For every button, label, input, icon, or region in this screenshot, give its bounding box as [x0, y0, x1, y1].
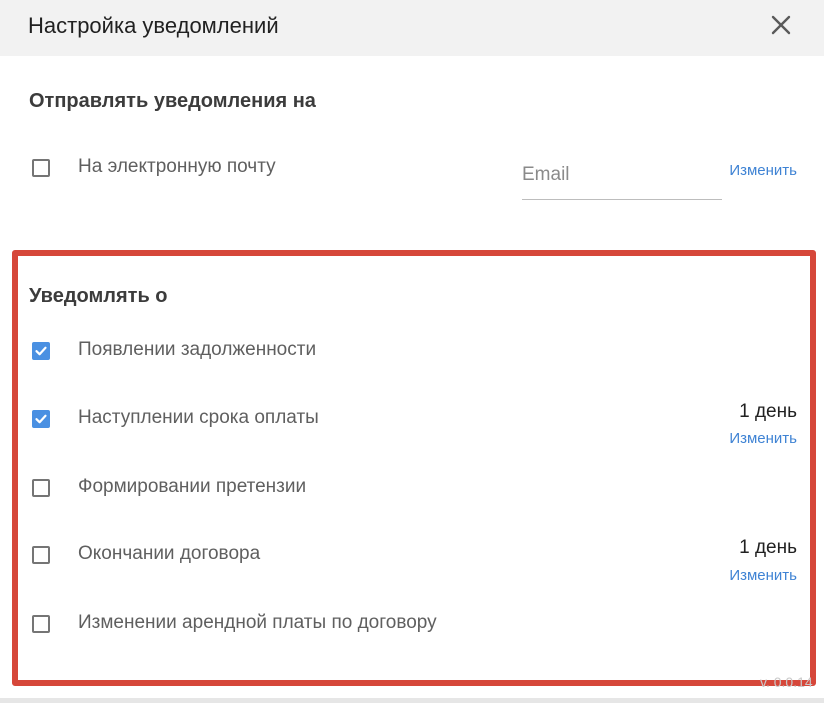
debt-checkbox[interactable] — [32, 342, 50, 360]
send-section-title: Отправлять уведомления на — [29, 90, 316, 112]
contract-end-period: 1 день — [739, 537, 797, 558]
email-option-label: На электронную почту — [78, 156, 276, 177]
claim-checkbox[interactable] — [32, 479, 50, 497]
notification-settings-dialog: Настройка уведомлений Отправлять уведомл… — [0, 0, 824, 703]
dialog-header: Настройка уведомлений — [0, 0, 824, 56]
close-icon — [771, 15, 791, 35]
payment-due-label: Наступлении срока оплаты — [78, 407, 319, 428]
payment-due-checkbox[interactable] — [32, 410, 50, 428]
contract-end-change-link[interactable]: Изменить — [700, 567, 797, 585]
check-icon — [35, 414, 47, 424]
debt-label: Появлении задолженности — [78, 339, 317, 360]
payment-due-period: 1 день — [739, 401, 797, 422]
email-checkbox[interactable] — [32, 159, 50, 177]
notify-section-title: Уведомлять о — [29, 285, 168, 307]
version-label: v. 0.0.14 — [760, 674, 813, 690]
contract-end-label: Окончании договора — [78, 543, 261, 564]
email-change-link[interactable]: Изменить — [720, 162, 797, 180]
rent-change-checkbox[interactable] — [32, 615, 50, 633]
claim-label: Формировании претензии — [78, 476, 307, 497]
dialog-title: Настройка уведомлений — [28, 13, 279, 38]
bottom-divider — [0, 698, 824, 703]
close-button[interactable] — [766, 10, 796, 40]
contract-end-checkbox[interactable] — [32, 546, 50, 564]
check-icon — [35, 346, 47, 356]
rent-change-label: Изменении арендной платы по договору — [78, 612, 437, 633]
payment-due-change-link[interactable]: Изменить — [700, 430, 797, 448]
email-input[interactable] — [522, 150, 722, 200]
